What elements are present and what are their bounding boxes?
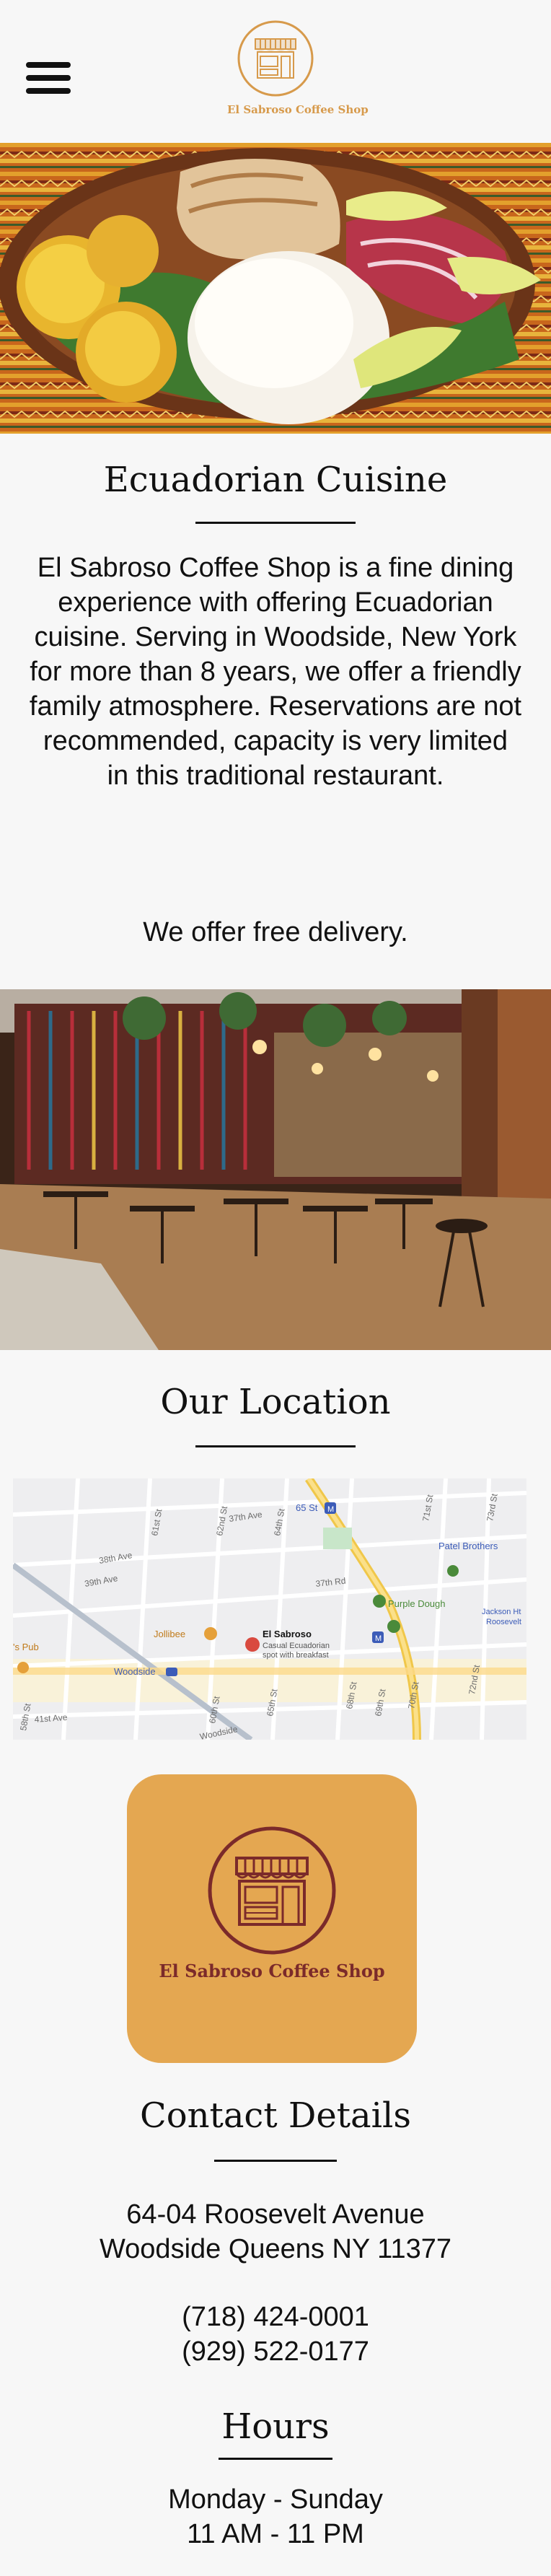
address-line-2: Woodside Queens NY 11377 [99,2234,451,2264]
hours-days: Monday - Sunday [168,2484,383,2515]
svg-text:M: M [375,1634,382,1643]
delivery-note: We offer free delivery. [143,917,408,947]
phone-link-2[interactable]: (929) 522-0177 [0,2334,551,2369]
svg-text:Jackson Ht: Jackson Ht [482,1608,521,1616]
about-title: Ecuadorian Cuisine [103,460,448,500]
contact-title: Contact Details [139,2095,411,2136]
title-divider [195,522,356,524]
storefront-icon [237,20,314,97]
about-description: El Sabroso Coffee Shop is a fine dining … [29,553,522,791]
address-line-1: 64-04 Roosevelt Avenue [126,2199,425,2230]
svg-text:spot with breakfast: spot with breakfast [263,1651,329,1660]
title-divider [195,1445,356,1447]
site-header: El Sabroso Coffee Shop [0,0,551,143]
hamburger-menu-icon[interactable] [26,62,71,94]
brand-logo[interactable]: El Sabroso Coffee Shop [227,19,369,116]
svg-text:Jollibee: Jollibee [154,1629,185,1639]
svg-text:'s Pub: 's Pub [13,1642,39,1652]
hero-food-image [0,143,551,434]
opening-hours: Monday - Sunday 11 AM - 11 PM [0,2482,551,2551]
svg-text:Patel Brothers: Patel Brothers [438,1541,498,1551]
hours-title: Hours [221,2406,330,2447]
phone-numbers: (718) 424-0001 (929) 522-0177 [0,2300,551,2369]
title-divider [219,2458,332,2460]
storefront-icon [208,1826,336,1955]
svg-text:Roosevelt: Roosevelt [486,1618,521,1626]
phone-link-1[interactable]: (718) 424-0001 [0,2300,551,2334]
brand-name: El Sabroso Coffee Shop [159,1961,385,1981]
restaurant-interior-image [0,989,551,1350]
brand-logo-card: El Sabroso Coffee Shop [127,1774,417,2063]
location-title: Our Location [160,1382,391,1422]
location-section: Our Location 37th Ave 38th Ave 39th Ave [0,1350,551,1740]
svg-text:Woodside: Woodside [114,1666,156,1677]
hours-time: 11 AM - 11 PM [187,2519,364,2549]
about-section: Ecuadorian Cuisine El Sabroso Coffee Sho… [0,434,551,989]
svg-text:El Sabroso: El Sabroso [263,1629,312,1639]
svg-text:M: M [327,1505,334,1514]
title-divider [214,2160,337,2162]
svg-text:Casual Ecuadorian: Casual Ecuadorian [263,1642,330,1650]
location-map[interactable]: 37th Ave 38th Ave 39th Ave 37th Rd 41st … [13,1478,526,1740]
svg-text:65 St: 65 St [296,1502,318,1513]
address: 64-04 Roosevelt Avenue Woodside Queens N… [0,2197,551,2266]
svg-text:Purple Dough: Purple Dough [388,1598,446,1609]
brand-name: El Sabroso Coffee Shop [227,103,369,116]
